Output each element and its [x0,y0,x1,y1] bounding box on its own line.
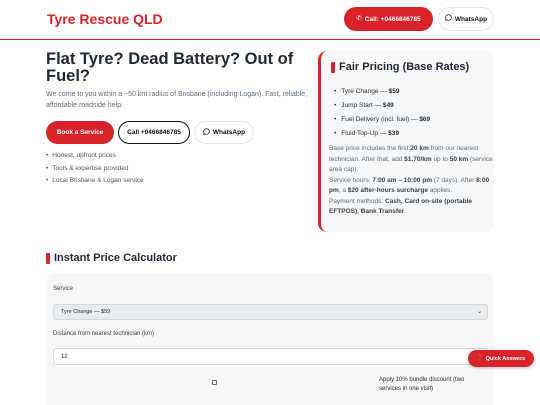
note-text: , a [338,187,348,194]
calculator-title: Instant Price Calculator [46,252,177,264]
note-bold: 20 km [410,145,429,152]
quick-answers-button[interactable]: ❓ Quick Answers [468,350,534,367]
quick-answers-label: Quick Answers [485,355,526,362]
chat-bubble-icon [445,14,452,24]
note-bold: 7:00 am – 10:00 pm [372,176,432,184]
site-header: Tyre Rescue QLD ✆ Call: +0466846785 What… [0,0,540,40]
note-text: Payment methods: [329,197,385,205]
pricing-note: Base price includes the first 20 km from… [329,144,493,218]
feature-item: Honest, upfront prices [46,150,144,163]
accent-marker [46,252,50,264]
hero-actions: Book a Service Call +0466846785 WhatsApp [46,121,254,144]
price-item: Tyre Change — $59 [334,85,430,99]
note-bold: Bank Transfer [360,208,405,215]
header-whatsapp-button[interactable]: WhatsApp [438,7,494,31]
brand-logo[interactable]: Tyre Rescue QLD [47,11,163,27]
hero-subtitle: We come to you within a ~50 km radius of… [46,91,308,109]
price-item-price: $69 [419,116,431,123]
chevron-down-icon: ⌄ [476,309,482,315]
note-bold: $1.70/km [404,155,432,163]
accent-marker [331,61,335,73]
book-service-button[interactable]: Book a Service [46,121,114,144]
help-icon: ❓ [476,354,484,361]
note-text: Base price includes the first [329,145,411,152]
note-text: Service hours: [329,176,373,184]
note-bold: 50 km [449,155,469,163]
feature-item: Local Brisbane & Logan service [46,175,143,188]
service-label: Service [53,286,74,292]
pricing-title: Fair Pricing (Base Rates) [331,61,469,73]
bundle-discount-label: Apply 10% bundle discount (two services … [379,377,465,392]
bundle-discount-checkbox[interactable] [212,380,217,385]
header-whatsapp-label: WhatsApp [454,15,488,23]
calculator-card: Service Tyre Change — $59 ⌄ Distance fro… [46,274,494,405]
note-text: . [404,208,406,215]
note-bold: $20 after-hours surcharge [347,187,428,194]
pricing-card: Fair Pricing (Base Rates) Tyre Change — … [318,51,494,232]
feature-list: Honest, upfront prices Tools & expertise… [46,150,144,188]
price-item: Fluid Top-Up — $39 [334,127,430,141]
hero-whatsapp-label: WhatsApp [212,129,246,136]
distance-input[interactable]: 12 [53,348,488,365]
calculator-title-text: Instant Price Calculator [54,252,177,264]
price-item-name: Fuel Delivery (incl. fuel) — [341,116,418,123]
phone-icon: ✆ [356,14,362,22]
hero-call-button[interactable]: Call +0466846785 [118,121,190,144]
service-select-value: Tyre Change — $59 [61,309,111,315]
price-item-price: $39 [388,130,399,137]
note-text: up to [431,155,450,163]
price-item-price: $59 [388,88,400,95]
price-item-name: Jump Start — [341,102,382,109]
note-text: applies. [428,187,453,194]
header-call-button[interactable]: ✆ Call: +0466846785 [344,7,433,31]
pricing-title-text: Fair Pricing (Base Rates) [339,61,470,73]
price-item-name: Tyre Change — [341,88,387,95]
price-item-price: $49 [382,102,394,109]
price-item: Jump Start — $49 [334,99,430,113]
distance-label: Distance from nearest technician (km) [53,331,155,337]
service-select[interactable]: Tyre Change — $59 ⌄ [53,304,488,320]
note-text: (7 days). After [431,176,477,184]
price-item-name: Fluid Top-Up — [341,130,387,137]
chat-bubble-icon [203,128,210,138]
hero-title: Flat Tyre? Dead Battery? Out of Fuel? [46,50,294,85]
hero-whatsapp-button[interactable]: WhatsApp [194,121,254,144]
price-list: Tyre Change — $59 Jump Start — $49 Fuel … [334,85,430,141]
header-call-label: Call: +0466846785 [364,15,421,23]
feature-item: Tools & expertise provided [46,163,144,176]
price-item: Fuel Delivery (incl. fuel) — $69 [334,113,430,127]
